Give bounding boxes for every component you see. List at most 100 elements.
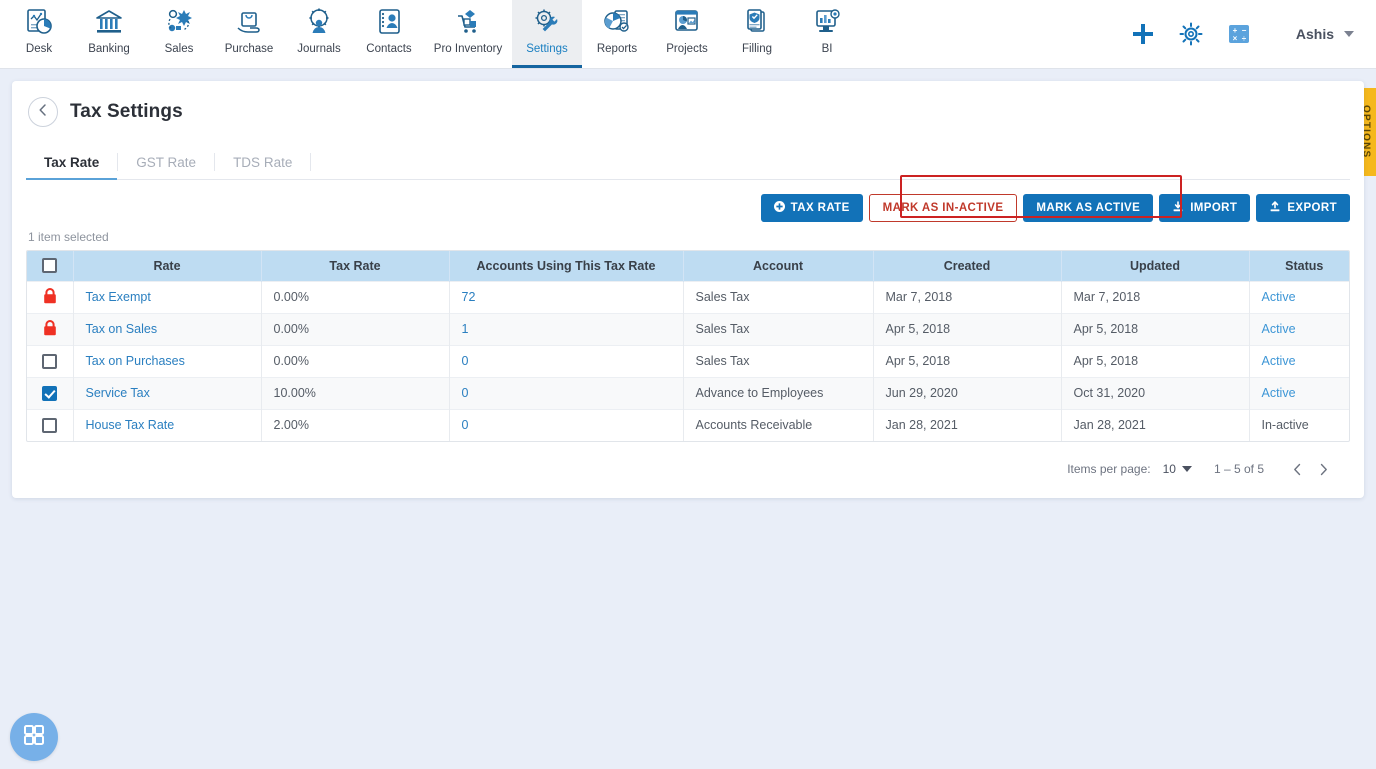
nav-item-projects[interactable]: Projects bbox=[652, 0, 722, 68]
select-all-checkbox[interactable] bbox=[42, 258, 58, 274]
tab-tds-rate[interactable]: TDS Rate bbox=[215, 145, 310, 179]
next-page-button[interactable] bbox=[1310, 456, 1336, 482]
cell-accounts-using: 0 bbox=[449, 376, 684, 409]
cell-status: Active bbox=[1249, 344, 1349, 377]
column-header-account[interactable]: Account bbox=[683, 251, 874, 281]
svg-text:×: × bbox=[1233, 34, 1238, 43]
download-icon bbox=[1269, 200, 1281, 216]
rate-link[interactable]: House Tax Rate bbox=[86, 418, 175, 432]
column-header-accounts-using[interactable]: Accounts Using This Tax Rate bbox=[449, 251, 684, 281]
previous-page-button[interactable] bbox=[1284, 456, 1310, 482]
table-row[interactable]: Tax Exempt 0.00% 72 Sales Tax Mar 7, 201… bbox=[27, 280, 1349, 313]
table-row[interactable]: House Tax Rate 2.00% 0 Accounts Receivab… bbox=[27, 408, 1349, 441]
status-badge[interactable]: Active bbox=[1262, 290, 1296, 304]
top-navigation-bar: Desk Banking Sales Purchase Journals Con… bbox=[0, 0, 1376, 69]
projects-board-icon bbox=[670, 5, 704, 39]
back-button[interactable] bbox=[28, 97, 58, 127]
cell-created: Jun 29, 2020 bbox=[873, 376, 1062, 409]
page-range-label: 1 – 5 of 5 bbox=[1213, 462, 1264, 476]
mark-as-active-label: MARK AS ACTIVE bbox=[1036, 202, 1141, 214]
status-badge[interactable]: Active bbox=[1262, 354, 1296, 368]
row-selector-cell bbox=[27, 344, 74, 377]
status-badge[interactable]: Active bbox=[1262, 322, 1296, 336]
row-checkbox[interactable] bbox=[42, 353, 58, 369]
tab-label: TDS Rate bbox=[233, 154, 293, 170]
nav-label: Banking bbox=[88, 43, 130, 55]
chevron-down-icon[interactable] bbox=[1181, 466, 1192, 472]
nav-item-settings[interactable]: Settings bbox=[512, 0, 582, 68]
items-per-page-value[interactable]: 10 bbox=[1163, 462, 1176, 476]
table-head: Rate Tax Rate Accounts Using This Tax Ra… bbox=[27, 251, 1349, 281]
cell-account: Sales Tax bbox=[683, 344, 874, 377]
select-all-header bbox=[27, 251, 74, 281]
export-button[interactable]: EXPORT bbox=[1256, 194, 1350, 222]
rate-link[interactable]: Tax on Sales bbox=[86, 322, 158, 336]
nav-item-journals[interactable]: Journals bbox=[284, 0, 354, 68]
mark-as-inactive-button[interactable]: MARK AS IN-ACTIVE bbox=[868, 194, 1018, 222]
contacts-card-icon bbox=[372, 5, 406, 39]
grid-apps-icon bbox=[21, 722, 47, 753]
accounts-using-link[interactable]: 1 bbox=[462, 322, 469, 336]
apps-launcher-button[interactable] bbox=[10, 713, 58, 761]
rate-link[interactable]: Tax Exempt bbox=[86, 290, 151, 304]
cell-rate: Tax Exempt bbox=[73, 280, 262, 313]
nav-item-reports[interactable]: Reports bbox=[582, 0, 652, 68]
tab-tax-rate[interactable]: Tax Rate bbox=[26, 145, 118, 180]
gear-icon[interactable] bbox=[1176, 19, 1206, 49]
nav-label: Projects bbox=[666, 43, 708, 55]
nav-item-pro-inventory[interactable]: Pro Inventory bbox=[424, 0, 512, 68]
nav-item-purchase[interactable]: Purchase bbox=[214, 0, 284, 68]
row-selector-cell bbox=[27, 280, 74, 313]
filling-shield-doc-icon bbox=[740, 5, 774, 39]
column-header-status[interactable]: Status bbox=[1249, 251, 1349, 281]
cell-created: Apr 5, 2018 bbox=[873, 312, 1062, 345]
cell-tax-rate: 10.00% bbox=[261, 376, 450, 409]
nav-item-bi[interactable]: BI bbox=[792, 0, 862, 68]
accounts-using-link[interactable]: 0 bbox=[462, 386, 469, 400]
calculator-icon[interactable]: + − × ÷ bbox=[1224, 19, 1254, 49]
row-checkbox[interactable] bbox=[42, 417, 58, 433]
cell-status: Active bbox=[1249, 312, 1349, 345]
column-header-created[interactable]: Created bbox=[873, 251, 1062, 281]
column-header-updated[interactable]: Updated bbox=[1061, 251, 1250, 281]
lock-icon bbox=[42, 319, 58, 340]
mark-as-inactive-label: MARK AS IN-ACTIVE bbox=[882, 202, 1004, 214]
desk-chart-icon bbox=[22, 5, 56, 39]
nav-item-contacts[interactable]: Contacts bbox=[354, 0, 424, 68]
import-label: IMPORT bbox=[1190, 202, 1238, 214]
user-menu[interactable]: Ashis bbox=[1296, 26, 1354, 42]
nav-item-banking[interactable]: Banking bbox=[74, 0, 144, 68]
cell-accounts-using: 72 bbox=[449, 280, 684, 313]
import-button[interactable]: IMPORT bbox=[1159, 194, 1251, 222]
cell-status: Active bbox=[1249, 280, 1349, 313]
accounts-using-link[interactable]: 0 bbox=[462, 418, 469, 432]
reports-pie-doc-icon bbox=[600, 5, 634, 39]
nav-item-desk[interactable]: Desk bbox=[4, 0, 74, 68]
nav-label: Desk bbox=[25, 43, 53, 55]
mark-as-active-button[interactable]: MARK AS ACTIVE bbox=[1023, 194, 1154, 222]
lock-icon bbox=[42, 287, 58, 308]
column-header-rate[interactable]: Rate bbox=[73, 251, 262, 281]
nav-item-sales[interactable]: Sales bbox=[144, 0, 214, 68]
row-selector-cell bbox=[27, 408, 74, 441]
table-header-row: Rate Tax Rate Accounts Using This Tax Ra… bbox=[27, 251, 1349, 281]
bank-building-icon bbox=[92, 5, 126, 39]
cell-created: Apr 5, 2018 bbox=[873, 344, 1062, 377]
table-row[interactable]: Tax on Sales 0.00% 1 Sales Tax Apr 5, 20… bbox=[27, 312, 1349, 345]
cell-tax-rate: 2.00% bbox=[261, 408, 450, 441]
tab-gst-rate[interactable]: GST Rate bbox=[118, 145, 214, 179]
cell-updated: Apr 5, 2018 bbox=[1061, 344, 1250, 377]
plus-icon[interactable] bbox=[1128, 19, 1158, 49]
accounts-using-link[interactable]: 72 bbox=[462, 290, 476, 304]
table-row[interactable]: Tax on Purchases 0.00% 0 Sales Tax Apr 5… bbox=[27, 344, 1349, 377]
status-badge[interactable]: Active bbox=[1262, 386, 1296, 400]
row-checkbox[interactable] bbox=[42, 385, 58, 401]
column-header-tax-rate[interactable]: Tax Rate bbox=[261, 251, 450, 281]
tax-rate-button[interactable]: TAX RATE bbox=[760, 194, 863, 222]
accounts-using-link[interactable]: 0 bbox=[462, 354, 469, 368]
table-row[interactable]: Service Tax 10.00% 0 Advance to Employee… bbox=[27, 376, 1349, 409]
nav-item-filling[interactable]: Filling bbox=[722, 0, 792, 68]
rate-link[interactable]: Tax on Purchases bbox=[86, 354, 185, 368]
rate-link[interactable]: Service Tax bbox=[86, 386, 150, 400]
tab-label: GST Rate bbox=[136, 154, 197, 170]
